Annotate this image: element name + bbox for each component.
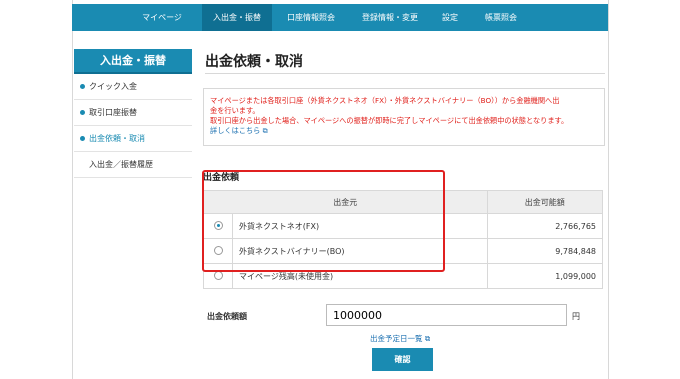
sidebar: 入出金・振替 クイック入金 取引口座振替 出金依頼・取消 入出金／振替履歴 — [74, 49, 192, 178]
highlight-frame — [202, 170, 445, 272]
unit-label: 円 — [572, 312, 580, 321]
details-link[interactable]: 詳しくはこちら — [210, 126, 260, 135]
notice-box: マイページまたは各取引口座（外貨ネクストネオ（FX）・外貨ネクストバイナリー（B… — [203, 88, 605, 146]
confirm-button[interactable]: 確認 — [372, 348, 433, 371]
bullet-icon — [80, 110, 85, 115]
sidebar-item-withdrawal[interactable]: 出金依頼・取消 — [74, 126, 192, 152]
available-amount: 9,784,848 — [486, 238, 604, 264]
available-amount: 2,766,765 — [486, 213, 604, 239]
external-link-icon: ⧉ — [424, 334, 431, 343]
available-amount: 1,099,000 — [486, 263, 604, 289]
sidebar-item-history[interactable]: 入出金／振替履歴 — [74, 152, 192, 178]
bullet-icon — [80, 84, 85, 89]
col-available-header: 出金可能額 — [486, 190, 604, 214]
nav-reports[interactable]: 帳票照会 — [470, 4, 532, 31]
nav-mypage[interactable]: マイページ — [122, 4, 202, 31]
notice-line: 取引口座から出金した場合、マイページへの振替が即時に完了しマイページにて出金依頼… — [210, 116, 569, 125]
notice-line: マイページまたは各取引口座（外貨ネクストネオ（FX）・外貨ネクストバイナリー（B… — [210, 96, 560, 105]
title-divider — [205, 73, 605, 74]
sidebar-item-quick-deposit[interactable]: クイック入金 — [74, 74, 192, 100]
nav-registration[interactable]: 登録情報・変更 — [350, 4, 430, 31]
schedule-link[interactable]: 出金予定日一覧 ⧉ — [370, 333, 430, 344]
external-link-icon: ⧉ — [262, 126, 268, 135]
nav-account-info[interactable]: 口座情報照会 — [272, 4, 350, 31]
amount-input[interactable] — [326, 304, 567, 326]
amount-label: 出金依頼額 — [207, 312, 247, 321]
sidebar-header: 入出金・振替 — [74, 49, 192, 74]
bullet-icon — [80, 136, 85, 141]
page-title: 出金依頼・取消 — [205, 54, 303, 70]
sidebar-item-account-transfer[interactable]: 取引口座振替 — [74, 100, 192, 126]
nav-settings[interactable]: 設定 — [430, 4, 470, 31]
top-navigation: マイページ 入出金・振替 口座情報照会 登録情報・変更 設定 帳票照会 — [72, 4, 608, 31]
notice-line: 金を行います。 — [210, 106, 260, 115]
nav-deposit-withdrawal[interactable]: 入出金・振替 — [202, 4, 272, 31]
